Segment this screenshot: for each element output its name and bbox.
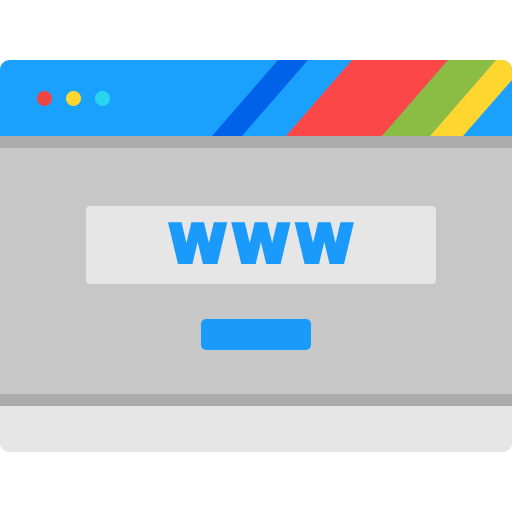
maximize-window-button[interactable] [95,91,110,106]
page-content: WWW [0,148,512,394]
go-button[interactable] [201,319,311,350]
header-divider [0,136,512,148]
status-bar [0,406,512,452]
close-window-button[interactable] [37,91,52,106]
minimize-window-button[interactable] [66,91,81,106]
address-text: WWW [167,215,360,275]
footer-divider [0,394,512,406]
address-input[interactable]: WWW [86,206,436,284]
title-bar [0,60,512,136]
browser-window: WWW [0,60,512,452]
